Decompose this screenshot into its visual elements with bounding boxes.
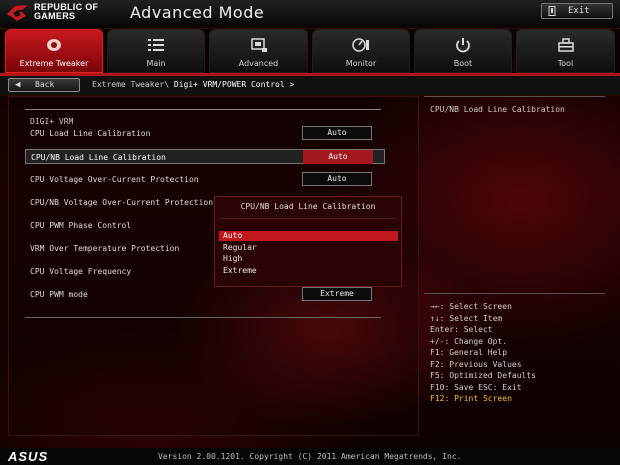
popup-option-high[interactable]: High bbox=[219, 254, 398, 264]
back-arrow-icon: ◀ bbox=[15, 80, 21, 90]
setting-label: CPU Voltage Over-Current Protection bbox=[30, 175, 199, 184]
divider bbox=[25, 109, 381, 110]
tab-monitor[interactable]: Monitor bbox=[312, 29, 410, 73]
key-hint: F5: Optimized Defaults bbox=[430, 371, 536, 380]
popup-option-extreme[interactable]: Extreme bbox=[219, 266, 398, 276]
page-title: Advanced Mode bbox=[130, 3, 265, 22]
tab-boot[interactable]: Boot bbox=[414, 29, 512, 73]
setting-value[interactable]: Auto bbox=[303, 150, 373, 164]
tab-tool[interactable]: Tool bbox=[516, 29, 615, 73]
rog-eye-icon bbox=[47, 39, 61, 51]
back-button[interactable]: ◀ Back bbox=[8, 78, 80, 92]
toolbox-icon bbox=[557, 38, 574, 52]
help-title: CPU/NB Load Line Calibration bbox=[430, 105, 565, 114]
key-hint: →←: Select Screen bbox=[430, 302, 512, 311]
divider bbox=[424, 293, 605, 294]
setting-label: CPU Voltage Frequency bbox=[30, 267, 132, 276]
popup-option-auto[interactable]: Auto bbox=[219, 231, 398, 241]
setting-label: CPU/NB Load Line Calibration bbox=[31, 153, 166, 162]
setting-row-cpu-pwm-mode[interactable]: CPU PWM mode Extreme bbox=[25, 287, 385, 302]
tab-main[interactable]: Main bbox=[107, 29, 205, 73]
rog-logo-icon bbox=[7, 5, 28, 21]
breadcrumb: Extreme Tweaker\ Digi+ VRM/POWER Control… bbox=[92, 80, 294, 89]
header-bar: REPUBLIC OF GAMERS Advanced Mode Exit bbox=[0, 0, 620, 29]
option-popup: CPU/NB Load Line Calibration Auto Regula… bbox=[214, 196, 402, 287]
breadcrumb-bar: ◀ Back Extreme Tweaker\ Digi+ VRM/POWER … bbox=[0, 76, 620, 96]
setting-label: VRM Over Temperature Protection bbox=[30, 244, 180, 253]
asus-logo: ASUS bbox=[8, 449, 49, 464]
group-label: DIGI+ VRM bbox=[30, 117, 74, 126]
key-hint: Enter: Select bbox=[430, 325, 493, 334]
monitor-gauge-icon bbox=[352, 38, 369, 52]
popup-title: CPU/NB Load Line Calibration bbox=[240, 202, 376, 211]
key-hint: +/-: Change Opt. bbox=[430, 336, 508, 346]
back-label: Back bbox=[35, 80, 55, 89]
main-tabs: Extreme Tweaker Main Advanced Monitor Bo… bbox=[0, 29, 620, 74]
exit-button[interactable]: Exit bbox=[541, 3, 613, 19]
setting-label: CPU/NB Voltage Over-Current Protection bbox=[30, 198, 214, 207]
key-legend: →←: Select Screen ↑↓: Select Item Enter:… bbox=[430, 301, 536, 405]
key-hint-print-screen: F12: Print Screen bbox=[430, 394, 512, 403]
list-icon bbox=[148, 39, 164, 51]
setting-value[interactable]: Extreme bbox=[302, 287, 372, 301]
breadcrumb-current: Digi+ VRM/POWER Control > bbox=[173, 80, 295, 89]
power-icon bbox=[456, 38, 470, 53]
setting-label: CPU PWM mode bbox=[30, 290, 88, 299]
tab-extreme-tweaker[interactable]: Extreme Tweaker bbox=[5, 29, 103, 73]
divider bbox=[424, 96, 605, 97]
divider bbox=[25, 317, 381, 318]
setting-row-cpu-llc[interactable]: CPU Load Line Calibration Auto bbox=[25, 126, 385, 141]
exit-label: Exit bbox=[568, 6, 590, 16]
chip-icon bbox=[250, 38, 267, 52]
divider bbox=[219, 218, 397, 219]
help-panel: CPU/NB Load Line Calibration →←: Select … bbox=[424, 96, 605, 440]
footer-bar: ASUS Version 2.00.1201. Copyright (C) 20… bbox=[0, 448, 620, 465]
brand-logo-text: REPUBLIC OF GAMERS bbox=[34, 2, 99, 21]
tab-advanced[interactable]: Advanced bbox=[209, 29, 308, 73]
setting-label: CPU Load Line Calibration bbox=[30, 129, 151, 138]
key-hint: F10: Save ESC: Exit bbox=[430, 382, 522, 392]
setting-value[interactable]: Auto bbox=[302, 172, 372, 186]
setting-row-cpunb-llc[interactable]: CPU/NB Load Line Calibration Auto bbox=[25, 149, 385, 164]
setting-row-cpu-ocp[interactable]: CPU Voltage Over-Current Protection Auto bbox=[25, 172, 385, 187]
key-hint: F2: Previous Values bbox=[430, 359, 522, 369]
setting-value[interactable]: Auto bbox=[302, 126, 372, 140]
popup-option-regular[interactable]: Regular bbox=[219, 243, 398, 253]
exit-door-icon bbox=[548, 6, 556, 16]
key-hint: ↑↓: Select Item bbox=[430, 313, 503, 323]
breadcrumb-parent[interactable]: Extreme Tweaker\ bbox=[92, 80, 169, 89]
key-hint: F1: General Help bbox=[430, 348, 508, 357]
version-text: Version 2.00.1201. Copyright (C) 2011 Am… bbox=[158, 452, 462, 461]
setting-label: CPU PWM Phase Control bbox=[30, 221, 132, 230]
